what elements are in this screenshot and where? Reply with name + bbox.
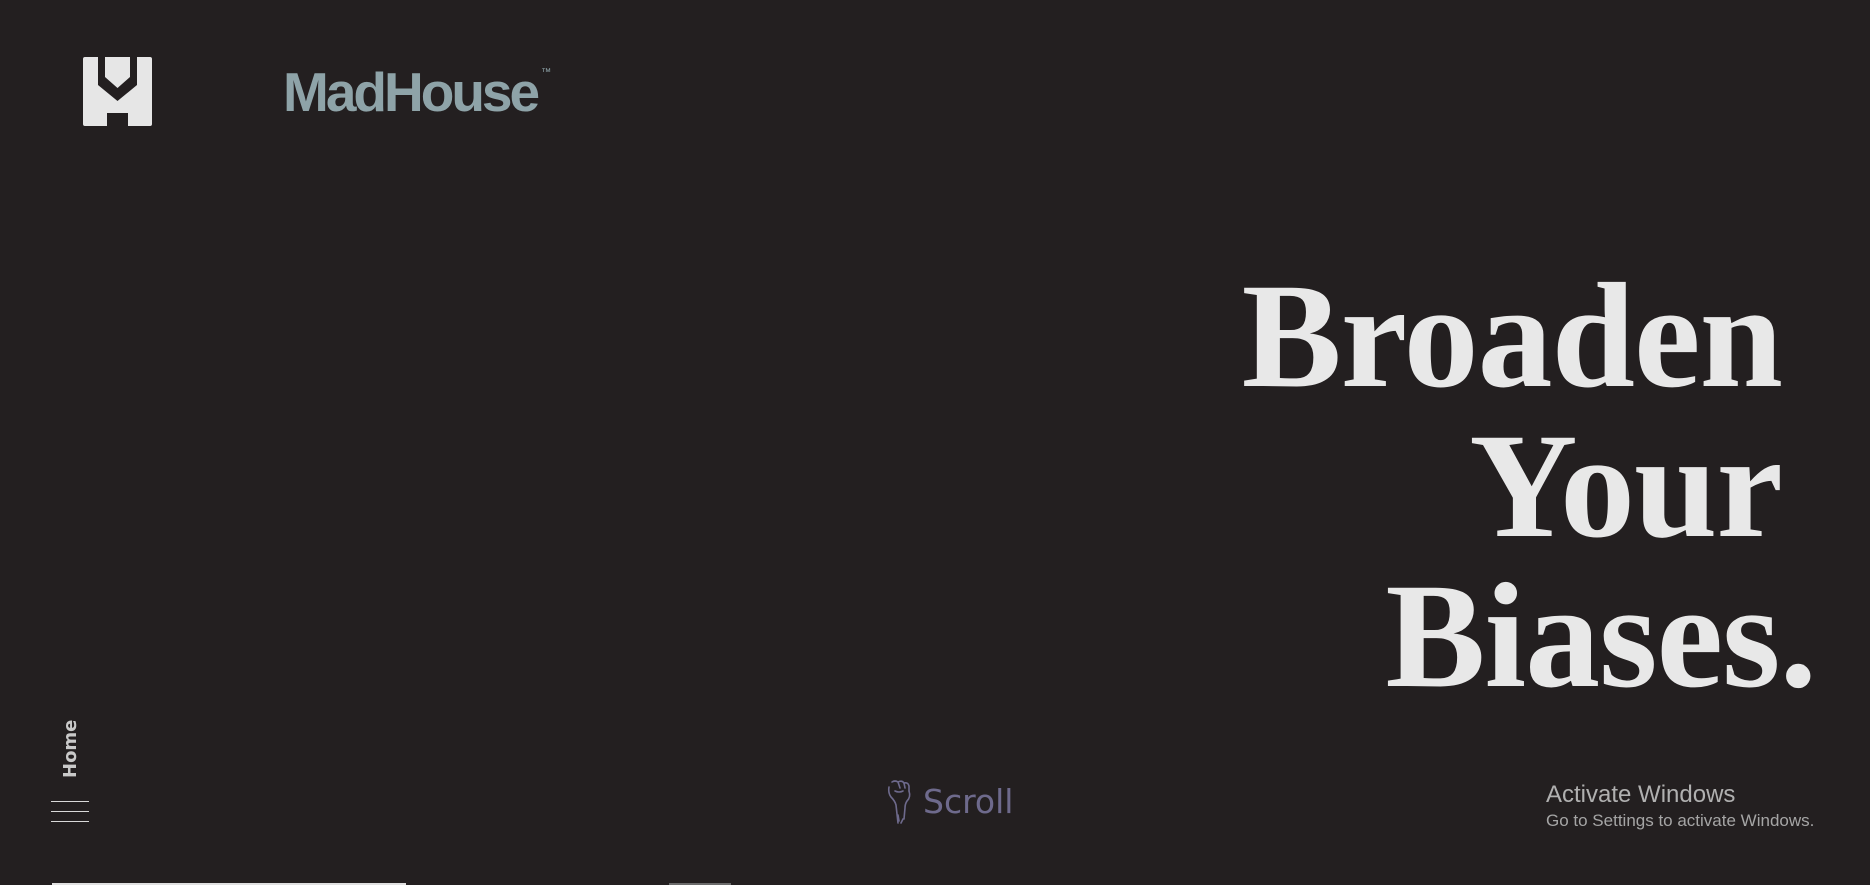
- current-page-text: Home: [60, 719, 81, 778]
- activate-windows-message: Go to Settings to activate Windows.: [1546, 811, 1815, 830]
- scroll-indicator[interactable]: Scroll: [886, 778, 1013, 826]
- trademark-symbol: ™: [541, 67, 552, 78]
- activate-windows-title: Activate Windows: [1546, 781, 1736, 808]
- headline-line-2: Your: [1469, 402, 1783, 569]
- headline-line-3: Biases.: [1385, 552, 1817, 719]
- headline-line-1: Broaden: [1241, 252, 1783, 419]
- current-page-label: Home: [56, 718, 86, 778]
- brand-name: MadHouse: [283, 61, 540, 123]
- pointing-hand-icon: [887, 780, 911, 824]
- menu-button[interactable]: [51, 800, 89, 824]
- hero-headline: Broaden Your Biases.: [916, 252, 1817, 719]
- brand-wordmark[interactable]: MadHouse ™: [283, 62, 551, 122]
- activate-windows-watermark: Activate Windows Go to Settings to activ…: [1546, 780, 1814, 832]
- madhouse-logo-icon[interactable]: [83, 57, 152, 126]
- scroll-label: Scroll: [923, 782, 1014, 821]
